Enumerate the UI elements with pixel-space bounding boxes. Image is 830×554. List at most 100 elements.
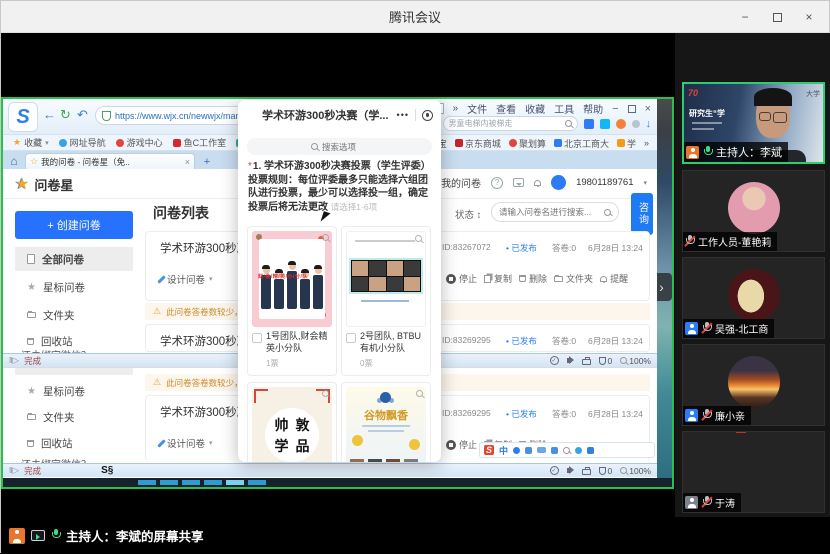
back-icon[interactable]: ← — [43, 107, 56, 122]
speaker-icon[interactable] — [567, 468, 571, 473]
fav-game-center[interactable]: 游戏中心 — [116, 136, 163, 149]
sogou-ime-bar[interactable]: S 中 — [479, 442, 655, 458]
minimize-icon[interactable]: − — [731, 5, 759, 29]
close-icon[interactable]: × — [795, 5, 823, 29]
stop-button[interactable]: 停止 — [446, 438, 477, 451]
find-bar-icon[interactable]: ‖▷ — [9, 465, 19, 476]
survey-search-box[interactable] — [491, 202, 619, 222]
consult-badge[interactable]: 咨询 — [631, 193, 653, 235]
menu-help[interactable]: 帮助 — [583, 101, 603, 116]
download-icon[interactable]: ↓ — [646, 118, 652, 130]
option-1-image[interactable]: 财/会/精/英/小/分/队 — [252, 231, 332, 327]
maximize-icon[interactable] — [763, 5, 791, 29]
ime-simplified-icon[interactable] — [587, 447, 594, 454]
option-3-image[interactable]: 帅 敦 学 品 — [252, 387, 332, 462]
sidebar-item-trash[interactable]: 回收站 — [15, 431, 133, 455]
browser-minimize-icon[interactable]: − — [612, 103, 618, 115]
find-bar-icon[interactable]: ‖▷ — [9, 355, 19, 366]
ime-moon-icon[interactable] — [513, 447, 520, 454]
sidebar-item-folders[interactable]: 文件夹 — [15, 405, 133, 429]
participant-tile[interactable]: 于涛 — [682, 431, 825, 513]
account-avatar[interactable] — [551, 175, 566, 190]
account-caret-icon[interactable]: ▾ — [643, 179, 647, 187]
wjx-brand[interactable]: ★ 问卷星 — [15, 174, 73, 194]
vote-option-2[interactable]: 2号团队, BTBU有机小分队 0票 — [341, 226, 431, 376]
menu-tools[interactable]: 工具 — [554, 101, 574, 116]
stop-button[interactable]: 停止 — [446, 272, 477, 285]
taskbar-item[interactable] — [248, 480, 266, 485]
option-1-checkbox[interactable] — [252, 333, 262, 343]
ime-skin-icon[interactable] — [551, 447, 558, 454]
remind-button[interactable]: 提醒 — [600, 272, 628, 285]
menu-favorites[interactable]: 收藏 — [525, 101, 545, 116]
taskbar-item[interactable] — [138, 480, 156, 485]
vote-option-1[interactable]: 财/会/精/英/小/分/队 1号团队,财会精英小分队 1票 — [247, 226, 337, 376]
ime-mic-icon[interactable] — [525, 447, 532, 454]
sidebar-item-starred[interactable]: ★星标问卷 — [15, 379, 133, 403]
design-survey-button[interactable]: 设计问卷▾ — [160, 436, 213, 450]
bookmarks-more-icon[interactable]: » — [644, 138, 649, 148]
fav-fishc[interactable]: 鱼C工作室 — [173, 136, 227, 149]
toolbox-icon[interactable] — [582, 469, 591, 475]
image-zoom-icon[interactable] — [322, 234, 329, 241]
option-2-checkbox[interactable] — [346, 333, 356, 343]
option-4-image[interactable]: 谷物飘香 — [346, 387, 426, 462]
zoom-control[interactable]: 100% — [620, 356, 651, 366]
more-extensions-icon[interactable] — [632, 120, 640, 128]
survey-search-input[interactable] — [499, 207, 600, 217]
vote-option-3[interactable]: 帅 敦 学 品 — [247, 382, 337, 462]
speaker-icon[interactable] — [567, 358, 571, 363]
new-tab-icon[interactable]: + — [198, 155, 216, 169]
delete-button[interactable]: 删除 — [519, 272, 547, 285]
home-icon[interactable]: ⌂ — [3, 153, 25, 169]
participant-tile[interactable]: 吴强-北工商 — [682, 257, 825, 339]
bookmark[interactable]: 北京工商大 — [554, 137, 609, 150]
sidebar-item-all-surveys[interactable]: 全部问卷 — [15, 247, 133, 271]
ime-lang-mode[interactable]: 中 — [499, 444, 508, 457]
undo-icon[interactable]: ↶ — [77, 107, 88, 123]
page-check-icon[interactable]: ✓ — [550, 466, 559, 475]
survey-title[interactable]: 学术环游300秒决 — [160, 333, 248, 349]
status-filter[interactable]: 状态 ↕ — [455, 207, 481, 221]
sidebar-item-folders[interactable]: 文件夹 — [15, 303, 133, 327]
zoom-control[interactable]: 100% — [620, 466, 651, 476]
tab-close-icon[interactable]: × — [185, 157, 190, 167]
more-tabs-icon[interactable]: » — [453, 103, 459, 114]
fav-nav[interactable]: 网址导航 — [59, 136, 106, 149]
taskbar-item[interactable] — [226, 480, 244, 485]
extension-icon[interactable] — [584, 119, 594, 129]
sidebar-item-starred[interactable]: ★星标问卷 — [15, 275, 133, 299]
folder-button[interactable]: 文件夹 — [554, 272, 593, 285]
taskbar-item[interactable] — [160, 480, 178, 485]
more-options-icon[interactable] — [397, 110, 409, 120]
toolbox-icon[interactable] — [582, 359, 591, 365]
survey-title[interactable]: 学术环游300秒决 — [160, 240, 248, 256]
message-counter[interactable]: 0 — [599, 356, 613, 366]
search-icon[interactable] — [604, 209, 611, 216]
extension-icon[interactable] — [616, 119, 626, 129]
bookmark[interactable]: 京东商城 — [455, 137, 501, 150]
copy-button[interactable]: 复制 — [484, 272, 512, 285]
menu-file[interactable]: 文件 — [467, 101, 487, 116]
fav-collect[interactable]: ★收藏▾ — [13, 136, 49, 149]
participant-tile[interactable]: 廉小亲 — [682, 344, 825, 426]
menu-view[interactable]: 查看 — [496, 101, 516, 116]
create-survey-button[interactable]: + 创建问卷 — [15, 211, 133, 239]
browser-close-icon[interactable]: × — [645, 103, 651, 115]
participant-tile[interactable]: 工作人员-董艳莉 — [682, 170, 825, 252]
notification-bell-icon[interactable] — [534, 180, 541, 186]
help-icon[interactable]: ? — [491, 177, 503, 189]
bookmark[interactable]: 聚划算 — [509, 137, 546, 150]
option-search-input[interactable] — [322, 142, 368, 152]
hot-search-box[interactable]: 男童电梯内被梯走 — [443, 116, 578, 131]
option-search-box[interactable] — [247, 138, 432, 155]
page-check-icon[interactable]: ✓ — [550, 356, 559, 365]
search-icon[interactable] — [565, 120, 572, 127]
account-number[interactable]: 19801189761 — [576, 177, 633, 188]
ime-fullhalf-icon[interactable] — [575, 447, 582, 454]
target-icon[interactable] — [422, 110, 433, 121]
message-counter[interactable]: 0 — [599, 466, 613, 476]
image-zoom-icon[interactable] — [415, 235, 422, 242]
taskbar-item[interactable] — [204, 480, 222, 485]
bookmark[interactable]: 学 — [617, 137, 636, 150]
